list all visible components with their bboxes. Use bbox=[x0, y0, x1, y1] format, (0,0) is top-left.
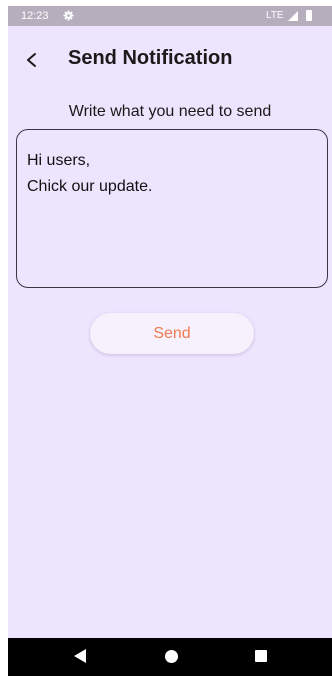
network-type: LTE bbox=[266, 10, 284, 21]
battery-icon bbox=[306, 10, 312, 21]
settings-gear-icon bbox=[63, 10, 74, 21]
nav-recents-icon[interactable] bbox=[255, 650, 267, 662]
message-input[interactable]: Hi users, Chick our update. bbox=[16, 129, 328, 288]
send-button-label: Send bbox=[153, 324, 191, 342]
signal-icon bbox=[288, 11, 298, 21]
nav-home-icon[interactable] bbox=[165, 650, 178, 663]
chevron-left-icon bbox=[27, 53, 36, 67]
phone-screen: 12:23 LTE Send Notification Write what y… bbox=[8, 6, 332, 676]
nav-back-icon[interactable] bbox=[74, 649, 86, 663]
send-button[interactable]: Send bbox=[90, 313, 254, 354]
status-time: 12:23 bbox=[21, 10, 49, 22]
status-bar: 12:23 LTE bbox=[8, 6, 332, 26]
back-button[interactable] bbox=[18, 46, 46, 74]
system-nav-bar bbox=[8, 638, 332, 676]
message-prompt-label: Write what you need to send bbox=[68, 103, 272, 120]
page-title: Send Notification bbox=[68, 47, 233, 69]
